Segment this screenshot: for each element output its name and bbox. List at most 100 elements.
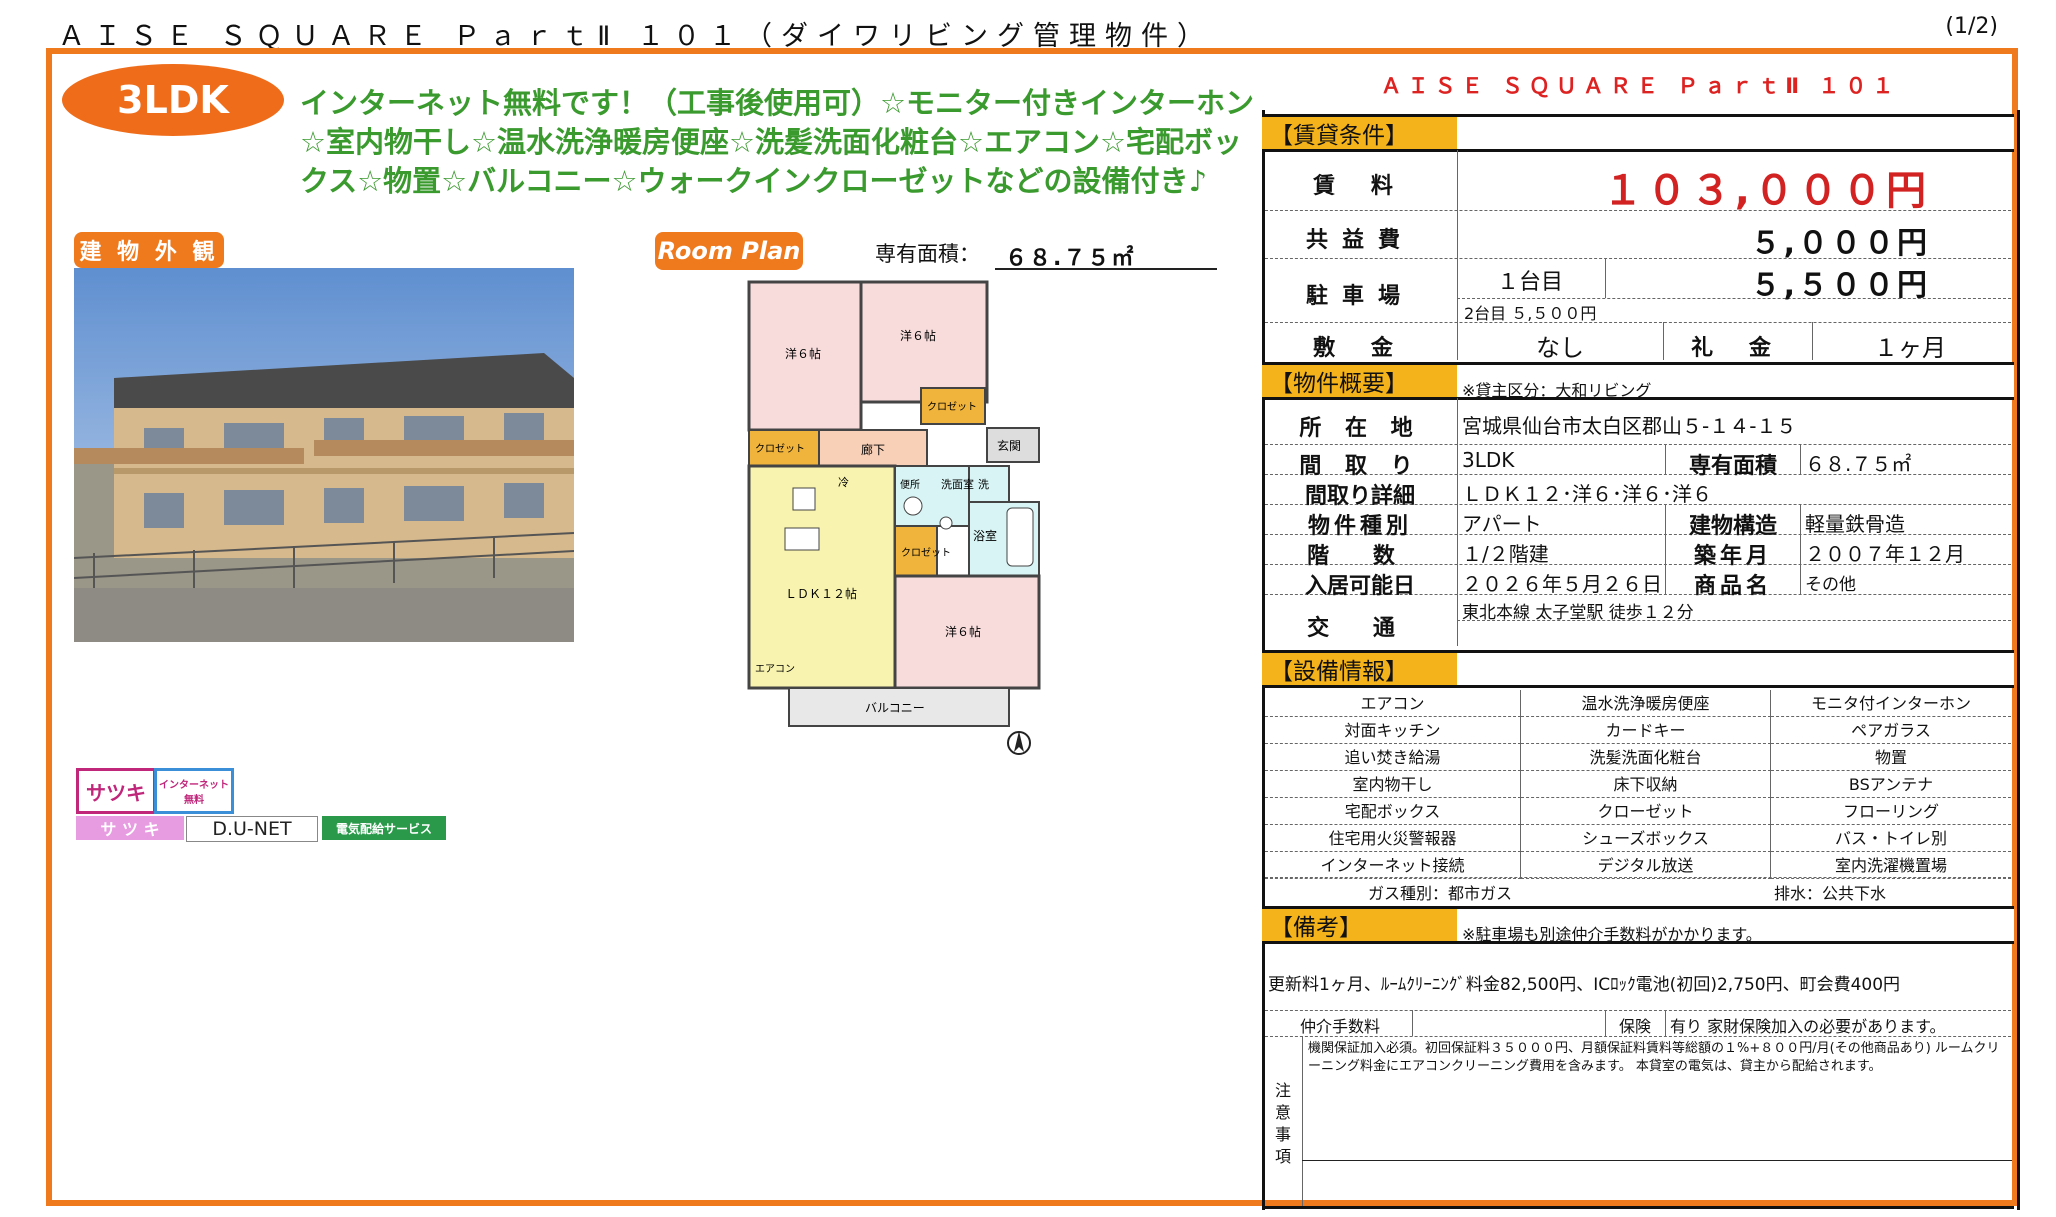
rent-value: １０３,０００円 xyxy=(1602,168,1930,214)
parking-label: 駐車場 xyxy=(1305,284,1414,309)
key-money-label: 礼 金 xyxy=(1691,336,1785,361)
common-fee-label: 共益費 xyxy=(1305,228,1414,253)
move-in-value: ２０２６年５月２６日 xyxy=(1462,572,1662,596)
equipment-item: 温水洗浄暖房便座 xyxy=(1521,690,1771,717)
pr-text: インターネット無料です！（工事後使用可）☆モニター付きインターホン☆室内物干し☆… xyxy=(300,86,1254,198)
built-label: 築年月 xyxy=(1693,544,1772,569)
equipment-item: BSアンテナ xyxy=(1771,771,2011,798)
room-plan-label: Room Plan xyxy=(655,232,803,270)
insurance-label: 保険 xyxy=(1618,1017,1651,1036)
remarks-section-label: 【備考】 xyxy=(1262,909,1457,941)
drain-type: 排水：公共下水 xyxy=(1773,884,1886,903)
layout-badge: 3LDK xyxy=(62,64,284,136)
dunet-logo: D.U-NET xyxy=(186,816,318,842)
structure-label: 建物構造 xyxy=(1688,514,1777,539)
rent-label: 賃 料 xyxy=(1313,174,1407,199)
equipment-item: 洗髪洗面化粧台 xyxy=(1521,744,1771,771)
move-in-label: 入居可能日 xyxy=(1304,574,1415,599)
closet-2: クロゼット xyxy=(927,401,977,413)
layout-detail-value: ＬＤＫ１２･洋６･洋６･洋６ xyxy=(1462,482,1712,506)
page-number: (1/2) xyxy=(1945,14,1998,39)
equipment-item: 追い焚き給湯 xyxy=(1265,744,1521,771)
equipment-item: 宅配ボックス xyxy=(1265,798,1521,825)
property-name: ＡＩＳＥ ＳＱＵＡＲＥ ＰａｒｔⅡ １０１ xyxy=(1380,74,1900,98)
built-value: ２００７年１２月 xyxy=(1805,542,1965,566)
layout-detail-label: 間取り詳細 xyxy=(1304,484,1415,509)
rent-section-label: 【賃貸条件】 xyxy=(1262,117,1457,149)
gas-type: ガス種別：都市ガス xyxy=(1367,884,1512,903)
entrance: 玄関 xyxy=(997,438,1021,453)
satsuki-logo: サツキ xyxy=(76,768,156,814)
landlord-note: ※貸主区分：大和リビング xyxy=(1462,381,1652,400)
room-ldk: ＬＤＫ１２帖 xyxy=(785,586,857,601)
address-label: 所 在 地 xyxy=(1299,416,1421,441)
area-underline xyxy=(995,268,1217,270)
equipment-item: エアコン xyxy=(1265,690,1521,717)
internet-free-logo: インターネット 無料 xyxy=(154,768,234,814)
floors-value: １/２階建 xyxy=(1462,542,1549,566)
equipment-item: 住宅用火災警報器 xyxy=(1265,825,1521,852)
address-value: 宮城県仙台市太白区郡山５-１４-１５ xyxy=(1462,414,1797,438)
access-label: 交 通 xyxy=(1307,616,1413,641)
type-label: 物件種別 xyxy=(1307,514,1412,539)
washer: 洗 xyxy=(978,478,989,491)
equipment-item: デジタル放送 xyxy=(1521,852,1771,879)
equipment-item: フローリング xyxy=(1771,798,2011,825)
equipment-item: シューズボックス xyxy=(1521,825,1771,852)
closet-1: クロゼット xyxy=(755,443,805,455)
overview-section-header: 【物件概要】 ※貸主区分：大和リビング xyxy=(1262,362,2014,400)
remarks-note: ※駐車場も別途仲介手数料がかかります。 xyxy=(1462,925,1762,944)
equipment-item: ペアガラス xyxy=(1771,717,2011,744)
satsuki-banner: サ ツ キ xyxy=(76,816,184,840)
equipment-item: モニタ付インターホン xyxy=(1771,690,2011,717)
north-arrow-icon xyxy=(1006,728,1032,758)
product-label: 商品名 xyxy=(1693,574,1772,599)
key-money-value: １ヶ月 xyxy=(1874,334,1946,362)
exterior-photo xyxy=(74,268,574,642)
deposit-value: なし xyxy=(1536,334,1584,362)
room-western-1: 洋６帖 xyxy=(785,346,821,361)
equipment-item: 床下収納 xyxy=(1521,771,1771,798)
overview-section-label: 【物件概要】 xyxy=(1262,365,1457,397)
caution-label: 注意事項 xyxy=(1274,1081,1291,1166)
floors-label: 階 数 xyxy=(1307,544,1413,569)
toilet: 便所 xyxy=(900,478,920,491)
common-fee-value: ５,０００円 xyxy=(1750,226,1930,261)
deposit-label: 敷 金 xyxy=(1313,336,1407,361)
power-service-logo: 電気配給サービス xyxy=(322,816,446,840)
layout-value: 3LDK xyxy=(1462,448,1515,472)
layout-label: 間 取 り xyxy=(1299,454,1421,479)
equipment-item: バス・トイレ別 xyxy=(1771,825,2011,852)
renewal-text: 更新料1ヶ月、ﾙｰﾑｸﾘｰﾆﾝｸﾞ料金82,500円、ICﾛｯｸ電池(初回)2,… xyxy=(1268,975,1901,995)
insurance-value: 有り 家財保険加入の必要があります。 xyxy=(1670,1017,1946,1036)
hall: 廊下 xyxy=(861,442,885,457)
equipment-item: 室内物干し xyxy=(1265,771,1521,798)
logo-area: サツキ インターネット 無料 サ ツ キ D.U-NET 電気配給サービス xyxy=(74,768,454,848)
room-western-2: 洋６帖 xyxy=(900,328,936,343)
equipment-item: カードキー xyxy=(1521,717,1771,744)
fridge: 冷 xyxy=(838,476,849,489)
caution-text: 機関保証加入必須。初回保証料３５０００円、月額保証料賃料等総額の１%+８００円/… xyxy=(1308,1041,2000,1074)
fee-label: 仲介手数料 xyxy=(1299,1017,1380,1036)
product-value: その他 xyxy=(1805,575,1856,595)
balcony: バルコニー xyxy=(865,701,925,715)
room-western-3: 洋６帖 xyxy=(945,624,981,639)
exterior-label: 建 物 外 観 xyxy=(74,232,224,268)
equipment-item: 物置 xyxy=(1771,744,2011,771)
floor-plan: 洋６帖 洋６帖 クロゼット クロゼット 廊下 玄関 冷 便所 洗面室 洗 浴室 … xyxy=(745,278,1045,762)
parking-second: 2台目 ５,５００円 xyxy=(1464,304,1597,323)
area-value-2: ６８.７５㎡ xyxy=(1805,452,1912,476)
panel-bottom xyxy=(1262,1206,2014,1209)
equipment-item: クローゼット xyxy=(1521,798,1771,825)
washroom: 洗面室 xyxy=(941,477,974,491)
equipment-section-label: 【設備情報】 xyxy=(1262,653,1457,685)
parking-first-value: ５,５００円 xyxy=(1750,268,1930,303)
structure-value: 軽量鉄骨造 xyxy=(1805,512,1905,536)
closet-3: クロゼット xyxy=(901,547,951,559)
equipment-item: 室内洗濯機置場 xyxy=(1771,852,2011,879)
aircon: エアコン xyxy=(755,664,795,675)
remarks-section-header: 【備考】 ※駐車場も別途仲介手数料がかかります。 xyxy=(1262,906,2014,944)
equipment-item: インターネット接続 xyxy=(1265,852,1521,879)
parking-first-label: １台目 xyxy=(1496,270,1563,295)
equipment-section-header: 【設備情報】 xyxy=(1262,650,2014,688)
